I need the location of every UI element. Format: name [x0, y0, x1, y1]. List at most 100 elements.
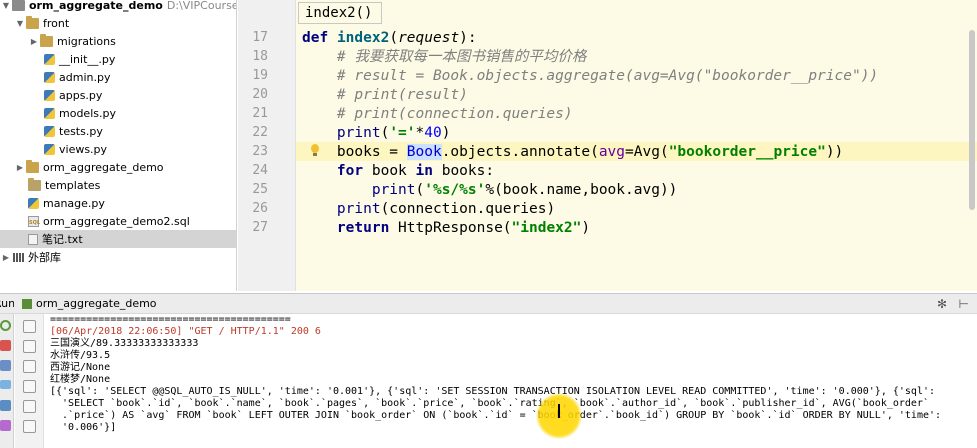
folder-icon — [26, 15, 39, 29]
tree-item-apps-py[interactable]: apps.py — [44, 86, 102, 104]
run-toolbar-left — [0, 314, 14, 448]
chevron-right-icon[interactable]: ▶ — [28, 37, 40, 46]
pause-output-icon[interactable] — [0, 380, 11, 389]
tree-item-external-libraries[interactable]: ▶ 外部库 — [0, 248, 61, 266]
code-editor[interactable]: 17 18 19 20 21 22 23 24 25 26 27 def ind… — [238, 0, 977, 291]
console-line: 水浒传/93.5 — [50, 350, 111, 361]
line-number: 25 — [252, 182, 268, 197]
python-file-icon — [44, 143, 55, 155]
python-file-icon — [44, 107, 55, 119]
tree-item-label: models.py — [59, 106, 116, 120]
line-number: 24 — [252, 163, 268, 178]
console-line: [{'sql': 'SELECT @@SQL_AUTO_IS_NULL', 't… — [50, 386, 942, 397]
run-config-name[interactable]: orm_aggregate_demo — [36, 297, 157, 310]
tree-item-label: __init__.py — [59, 52, 116, 66]
python-file-icon — [44, 125, 55, 137]
console-line: '0.006'}] — [50, 422, 117, 433]
tree-item-views-py[interactable]: views.py — [44, 140, 107, 158]
dump-threads-icon[interactable] — [0, 400, 11, 411]
run-panel-title: Run — [0, 297, 14, 310]
tree-item-label: migrations — [57, 34, 116, 48]
rerun-icon[interactable] — [0, 320, 11, 331]
python-file-icon — [44, 71, 55, 83]
code-line[interactable]: print(connection.queries) — [302, 200, 555, 219]
sql-file-icon — [28, 215, 40, 227]
code-line[interactable]: books = Book.objects.annotate(avg=Avg("b… — [302, 143, 843, 162]
console-line: [06/Apr/2018 22:06:50] "GET / HTTP/1.1" … — [50, 326, 321, 337]
down-arrow-icon[interactable] — [23, 340, 36, 353]
tree-item-migrations[interactable]: ▶ migrations — [28, 32, 116, 50]
gear-icon[interactable]: ✻ — [937, 297, 947, 311]
chevron-down-icon[interactable]: ▼ — [0, 1, 12, 10]
python-file-icon — [28, 197, 39, 209]
tree-item-label: 外部库 — [28, 251, 61, 264]
tree-item-front[interactable]: ▼ front — [14, 14, 69, 32]
settings-icon[interactable] — [0, 420, 11, 431]
folder-icon — [40, 33, 53, 47]
project-path: D:\VIPCourse\cod — [166, 0, 237, 12]
tree-item-manage-py[interactable]: manage.py — [28, 194, 105, 212]
run-console-output[interactable]: ========================================… — [50, 314, 977, 448]
code-line[interactable]: def index2(request): — [302, 29, 477, 48]
tree-item-label: templates — [45, 178, 101, 192]
tree-item-label: apps.py — [59, 88, 103, 102]
project-folder-icon — [12, 0, 25, 11]
chevron-right-icon[interactable]: ▶ — [0, 253, 12, 262]
tree-item-label: 笔记.txt — [42, 233, 83, 246]
console-line: ======================================== — [50, 314, 291, 325]
tree-item-label: front — [43, 16, 70, 30]
print-icon[interactable] — [23, 400, 36, 413]
line-number: 19 — [252, 68, 268, 83]
code-line[interactable]: # print(connection.queries) — [302, 105, 573, 124]
tree-item-init-py[interactable]: __init__.py — [44, 50, 115, 68]
code-line[interactable]: print('='*40) — [302, 124, 451, 143]
line-number: 21 — [252, 106, 268, 121]
library-icon — [12, 252, 24, 263]
text-file-icon — [28, 233, 38, 245]
tree-item-project-root[interactable]: ▼ orm_aggregate_demo D:\VIPCourse\cod — [0, 0, 237, 14]
tree-item-models-py[interactable]: models.py — [44, 104, 116, 122]
line-number: 18 — [252, 49, 268, 64]
line-number: 26 — [252, 201, 268, 216]
stop-icon[interactable] — [0, 340, 11, 351]
hide-panel-icon[interactable]: ⊢ — [959, 297, 969, 311]
tree-item-label: tests.py — [59, 124, 103, 138]
tree-item-label: orm_aggregate_demo — [43, 160, 164, 174]
code-line[interactable]: print('%s/%s'%(book.name,book.avg)) — [302, 181, 678, 200]
folder-icon — [26, 159, 39, 173]
tree-item-notes-txt[interactable]: 笔记.txt — [0, 230, 236, 248]
code-line[interactable]: # 我要获取每一本图书销售的平均价格 — [302, 48, 586, 67]
run-toolbar-right — [15, 314, 44, 448]
tree-item-sql-file[interactable]: orm_aggregate_demo2.sql — [28, 212, 190, 230]
console-line: 红楼梦/None — [50, 374, 111, 385]
code-line[interactable]: for book in books: — [302, 162, 494, 181]
scroll-to-end-icon[interactable] — [23, 380, 36, 393]
tree-item-label: admin.py — [59, 70, 111, 84]
line-number: 27 — [252, 220, 268, 235]
tree-item-templates[interactable]: templates — [28, 176, 100, 194]
code-line[interactable]: # print(result) — [302, 86, 468, 105]
tree-item-orm-aggregate-demo-pkg[interactable]: ▶ orm_aggregate_demo — [14, 158, 164, 176]
code-line[interactable]: # result = Book.objects.aggregate(avg=Av… — [302, 67, 878, 86]
trash-icon[interactable] — [23, 420, 36, 433]
function-breadcrumb-tooltip: index2() — [298, 2, 382, 24]
console-line: 西游记/None — [50, 362, 111, 373]
tree-item-label: orm_aggregate_demo — [29, 0, 163, 12]
tree-item-label: manage.py — [43, 196, 105, 210]
editor-scrollbar[interactable] — [969, 30, 975, 210]
tree-item-label: views.py — [59, 142, 108, 156]
console-line: .`price`) AS `avg` FROM `book` LEFT OUTE… — [50, 410, 948, 421]
tree-item-label: orm_aggregate_demo2.sql — [43, 214, 190, 228]
text-cursor-icon — [558, 404, 560, 418]
code-line[interactable]: return HttpResponse("index2") — [302, 219, 590, 238]
console-line: 三国演义/89.33333333333333 — [50, 338, 199, 349]
tree-item-admin-py[interactable]: admin.py — [44, 68, 110, 86]
chevron-right-icon[interactable]: ▶ — [14, 163, 26, 172]
tree-item-tests-py[interactable]: tests.py — [44, 122, 103, 140]
soft-wrap-icon[interactable] — [23, 360, 36, 373]
restore-layout-icon[interactable] — [0, 360, 11, 371]
line-number: 22 — [252, 125, 268, 140]
up-arrow-icon[interactable] — [23, 320, 36, 333]
chevron-down-icon[interactable]: ▼ — [14, 19, 26, 28]
django-run-config-icon — [22, 299, 32, 309]
